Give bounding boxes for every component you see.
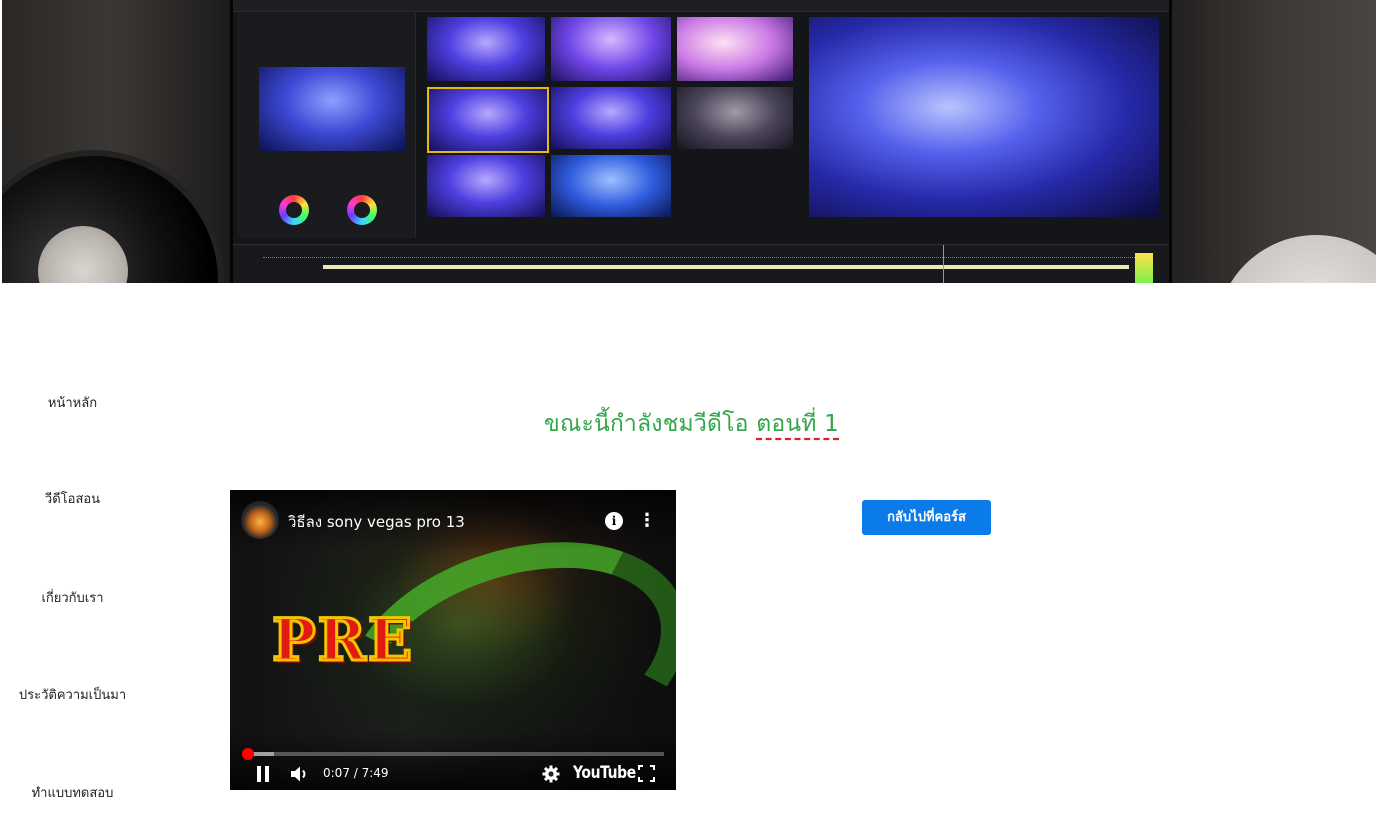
program-monitor-view [809,17,1159,217]
episode-label: ตอนที่ 1 [756,411,839,437]
clip-thumbnail [551,17,671,81]
video-logo-text: PRE [270,605,415,676]
clip-thumbnail-selected [427,87,549,153]
pause-icon[interactable] [256,766,270,782]
fullscreen-icon[interactable] [638,765,655,782]
hero-banner-image [2,0,1376,283]
nav-item-video-lessons[interactable]: วีดีโอสอน [0,488,145,509]
video-player[interactable]: PRE วิธีลง sony vegas pro 13 i ⋮ 0:07 / … [230,490,676,790]
time-display: 0:07 / 7:49 [323,766,389,780]
youtube-logo[interactable]: YouTube [573,763,636,783]
channel-avatar[interactable] [241,501,279,539]
progress-bar[interactable] [242,748,664,760]
audio-meter-graphic [1135,253,1153,283]
page-title-prefix: ขณะนี้กำลังชมวีดีโอ [544,411,749,437]
color-wheel-graphic [347,195,377,225]
monitor-preview-thumb [259,67,405,151]
editing-monitor-graphic [230,0,1172,283]
timeline-playhead [943,245,944,283]
monitor-menubar [233,0,1169,12]
timeline-ruler [263,257,1139,260]
speaker-left-graphic [2,150,224,283]
gear-icon[interactable] [541,764,561,784]
clip-thumbnail [551,155,671,217]
timeline-graphic [233,244,1169,283]
nav-item-quiz[interactable]: ทำแบบทดสอบ [0,782,145,803]
video-title[interactable]: วิธีลง sony vegas pro 13 [288,510,465,534]
monitor-effects-panel [237,13,416,238]
more-vert-icon[interactable]: ⋮ [638,510,656,532]
info-icon[interactable]: i [605,512,623,530]
clip-thumbnail [427,155,545,217]
nav-item-about[interactable]: เกี่ยวกับเรา [0,587,145,608]
page-title: ขณะนี้กำลังชมวีดีโอ ตอนที่ 1 [0,406,1383,442]
clip-thumbnail [551,87,671,149]
volume-icon[interactable] [290,765,312,783]
clip-thumbnail [677,17,793,81]
timeline-clip-bar [323,265,1129,269]
speaker-right-graphic [1216,235,1376,283]
back-to-course-button[interactable]: กลับไปที่คอร์ส [862,500,991,535]
clip-thumbnail [677,87,793,149]
color-wheel-graphic [279,195,309,225]
nav-item-history[interactable]: ประวัติความเป็นมา [0,684,145,705]
clip-thumbnail [427,17,545,81]
